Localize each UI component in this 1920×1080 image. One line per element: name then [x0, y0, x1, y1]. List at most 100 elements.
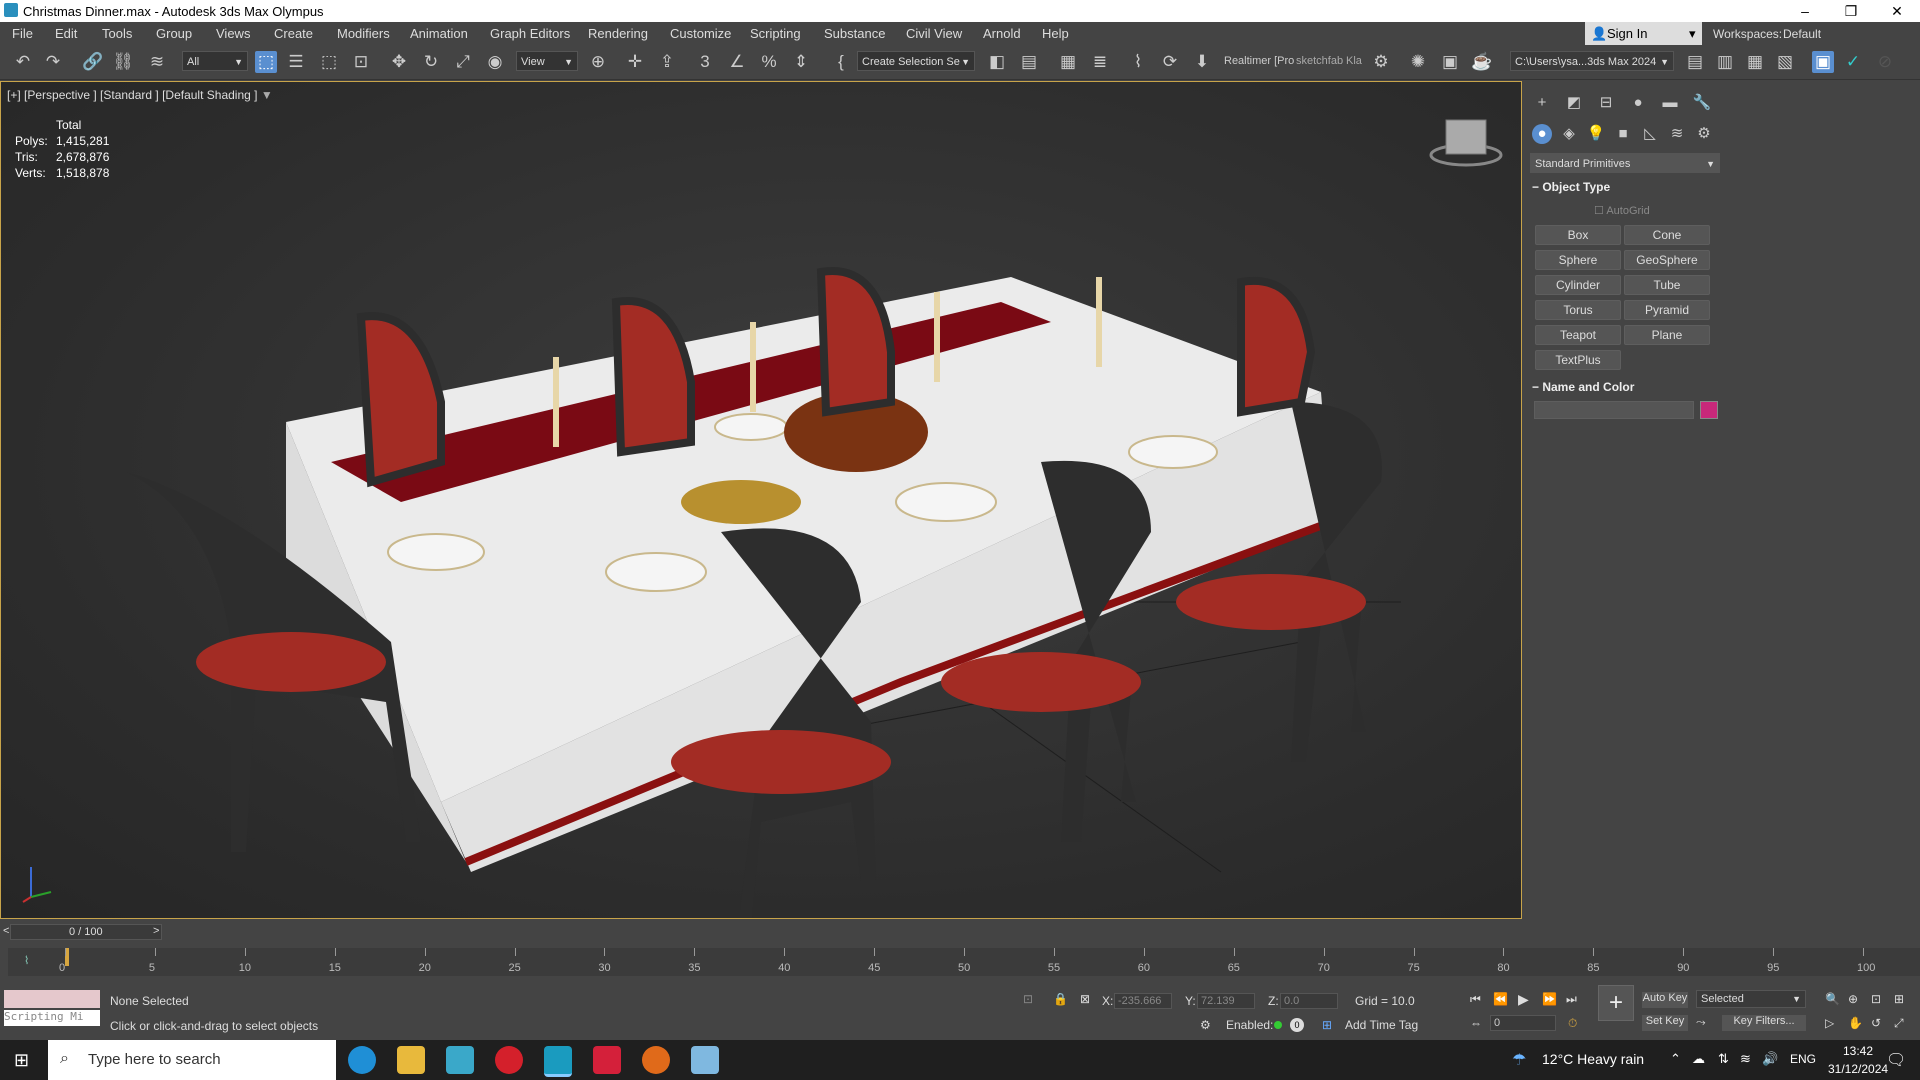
spacewarps-icon[interactable]: ≋	[1667, 124, 1687, 144]
cylinder-button[interactable]: Cylinder	[1535, 275, 1621, 295]
spinner-snap-icon[interactable]: ⇕	[790, 51, 812, 73]
go-to-end-icon[interactable]: ⏭	[1566, 992, 1577, 1007]
language-indicator[interactable]: ENG	[1790, 1052, 1816, 1066]
go-to-start-icon[interactable]: ⏮	[1470, 992, 1481, 1007]
teapot-button[interactable]: Teapot	[1535, 325, 1621, 345]
zoom-icon[interactable]: 🔍	[1825, 992, 1840, 1006]
menu-substance[interactable]: Substance	[824, 26, 885, 41]
perspective-viewport[interactable]: [+] [Perspective ] [Standard ] [Default …	[0, 81, 1522, 919]
kla-plugin[interactable]: Kla	[1346, 55, 1362, 67]
move-icon[interactable]: ✥	[388, 51, 410, 73]
clock-time[interactable]: 13:42	[1843, 1044, 1873, 1058]
weather-text[interactable]: 12°C Heavy rain	[1542, 1051, 1644, 1067]
menu-animation[interactable]: Animation	[410, 26, 468, 41]
project-path-dropdown[interactable]: C:\Users\ysa...3ds Max 2024 ▼	[1510, 51, 1674, 71]
play-icon[interactable]: ▶	[1518, 991, 1529, 1008]
menu-tools[interactable]: Tools	[102, 26, 132, 41]
lock-icon[interactable]: 🔒	[1053, 992, 1068, 1006]
x-coordinate-field[interactable]: -235.666	[1114, 993, 1172, 1009]
object-type-rollout[interactable]: − Object Type	[1532, 180, 1610, 194]
menu-group[interactable]: Group	[156, 26, 192, 41]
time-config-icon[interactable]: ⏱	[1568, 1016, 1577, 1031]
set-key-button[interactable]: Set Key	[1642, 1015, 1688, 1031]
link-icon[interactable]: 🔗	[82, 51, 104, 73]
mirror-icon[interactable]: ◧	[986, 51, 1008, 73]
3ds-max-icon[interactable]	[544, 1046, 572, 1077]
absolute-mode-icon[interactable]: ⊠	[1080, 992, 1090, 1006]
edit-named-selection-icon[interactable]: {	[830, 51, 852, 73]
select-by-name-icon[interactable]: ☰	[285, 51, 307, 73]
object-color-swatch[interactable]	[1700, 401, 1718, 419]
adaptive-degradation-icon[interactable]: ⚙	[1200, 1018, 1211, 1032]
render-icon[interactable]: ▣	[1439, 51, 1461, 73]
app-icon[interactable]	[4, 3, 18, 17]
pan-icon[interactable]: ✋	[1848, 1016, 1863, 1030]
default-in-out-icon[interactable]: ⤳	[1696, 1015, 1706, 1030]
rotate-icon[interactable]: ↻	[420, 51, 442, 73]
set-keys-icon[interactable]: +	[1598, 985, 1634, 1021]
percent-snap-icon[interactable]: %	[758, 51, 780, 73]
cone-button[interactable]: Cone	[1624, 225, 1710, 245]
auto-key-button[interactable]: Auto Key	[1642, 992, 1688, 1008]
maximize-button[interactable]: ❐	[1828, 0, 1874, 22]
time-tag-icon[interactable]: 0	[1290, 1018, 1304, 1032]
menu-edit[interactable]: Edit	[55, 26, 77, 41]
menu-arnold[interactable]: Arnold	[983, 26, 1021, 41]
angle-snap-icon[interactable]: ∠	[726, 51, 748, 73]
name-color-rollout[interactable]: − Name and Color	[1532, 380, 1634, 394]
window-crossing-icon[interactable]: ⊡	[350, 51, 372, 73]
layer-explorer-icon[interactable]: ≣	[1089, 51, 1111, 73]
modify-tab-icon[interactable]: ◩	[1564, 93, 1584, 113]
sign-in-dropdown[interactable]: 👤 Sign In ▾	[1585, 22, 1702, 45]
network-app-icon[interactable]	[446, 1046, 474, 1074]
snap-toggle-icon[interactable]: 3	[694, 51, 716, 73]
orbit-icon[interactable]: ↺	[1871, 1016, 1881, 1030]
select-object-icon[interactable]: ⬚	[255, 51, 277, 73]
key-mode-dropdown[interactable]: Selected ▼	[1696, 990, 1806, 1008]
close-button[interactable]: ✕	[1874, 0, 1920, 22]
y-coordinate-field[interactable]: 72.139	[1197, 993, 1255, 1009]
systems-icon[interactable]: ⚙	[1694, 124, 1714, 144]
previous-frame-icon[interactable]: ⏪	[1493, 992, 1508, 1006]
scale-icon[interactable]: ⤢	[452, 51, 474, 73]
object-name-input[interactable]	[1534, 401, 1694, 419]
app-red-icon[interactable]	[593, 1046, 621, 1074]
edge-icon[interactable]	[348, 1046, 376, 1074]
next-frame-arrow-icon[interactable]: >	[153, 925, 159, 937]
windows-start-icon[interactable]: ⊞	[14, 1050, 29, 1071]
undo-icon[interactable]: ↶	[12, 51, 34, 73]
menu-views[interactable]: Views	[216, 26, 250, 41]
render-setup-icon[interactable]: ⚙	[1370, 51, 1392, 73]
zoom-extents-all-icon[interactable]: ⊞	[1894, 992, 1904, 1006]
opera-icon[interactable]	[495, 1046, 523, 1074]
network-icon[interactable]: ⇅	[1718, 1051, 1729, 1067]
textplus-button[interactable]: TextPlus	[1535, 350, 1621, 370]
tube-button[interactable]: Tube	[1624, 275, 1710, 295]
sketchfab-plugin[interactable]: sketchfab	[1296, 55, 1343, 67]
category-dropdown[interactable]: Standard Primitives ▼	[1530, 153, 1720, 173]
menu-graph-editors[interactable]: Graph Editors	[490, 26, 570, 41]
current-frame-field[interactable]: 0	[1490, 1015, 1556, 1031]
track-bar[interactable]: ⌇ 0 5 10 15 20 25 30 35 40 45 50 55 60 65 70 75 80 85 90 95…	[8, 948, 1920, 976]
project-folder-icon[interactable]: ▤	[1684, 51, 1706, 73]
material-editor-icon[interactable]: ⬇	[1191, 51, 1213, 73]
wifi-icon[interactable]: ≋	[1740, 1051, 1751, 1067]
utilities-tab-icon[interactable]: 🔧	[1692, 93, 1712, 113]
enabled-indicator[interactable]	[1274, 1021, 1282, 1029]
scripting-input[interactable]: Scripting Mi	[4, 1010, 100, 1026]
zoom-extents-icon[interactable]: ⊡	[1871, 992, 1881, 1006]
render-iterative-icon[interactable]: ☕	[1471, 51, 1493, 73]
pyramid-button[interactable]: Pyramid	[1624, 300, 1710, 320]
curve-editor-toggle-icon[interactable]: ⌇	[24, 954, 29, 967]
hierarchy-tab-icon[interactable]: ⊟	[1596, 93, 1616, 113]
motion-tab-icon[interactable]: ●	[1628, 93, 1648, 113]
menu-scripting[interactable]: Scripting	[750, 26, 801, 41]
prev-frame-arrow-icon[interactable]: <	[3, 925, 9, 937]
menu-create[interactable]: Create	[274, 26, 313, 41]
box-button[interactable]: Box	[1535, 225, 1621, 245]
menu-modifiers[interactable]: Modifiers	[337, 26, 390, 41]
save-icon[interactable]: ▣	[1812, 51, 1834, 73]
pivot-center-icon[interactable]: ⊕	[587, 51, 609, 73]
rect-selection-icon[interactable]: ⬚	[318, 51, 340, 73]
redo-icon[interactable]: ↷	[42, 51, 64, 73]
